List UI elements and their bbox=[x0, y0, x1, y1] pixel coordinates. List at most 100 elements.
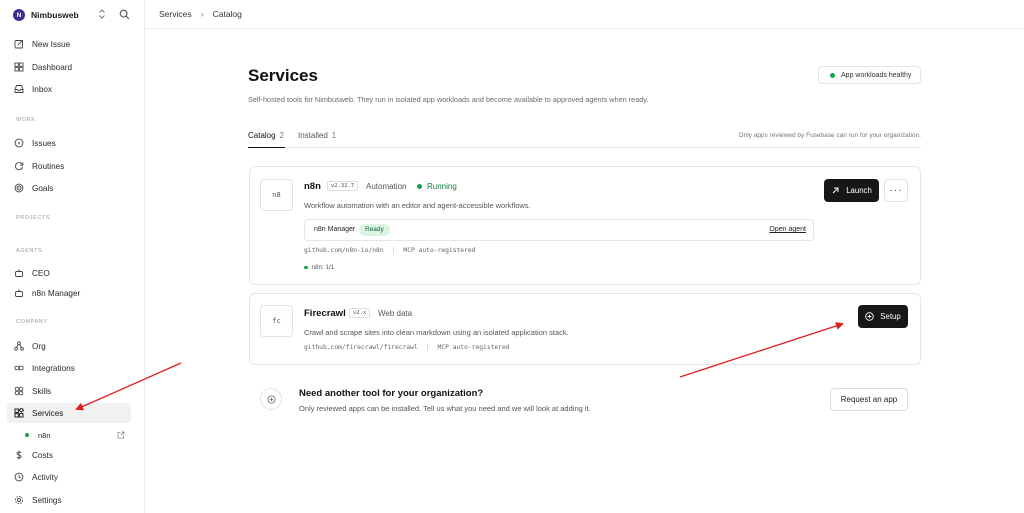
tab-catalog[interactable]: Catalog 2 bbox=[248, 131, 284, 140]
sidebar-item-skills[interactable]: Skills bbox=[7, 381, 131, 401]
repo-link[interactable]: github.com/firecrawl/firecrawl bbox=[304, 344, 418, 351]
more-options-button[interactable]: ··· bbox=[884, 179, 908, 202]
search-icon[interactable] bbox=[119, 9, 131, 21]
repo-link[interactable]: github.com/n8n-io/n8n bbox=[304, 247, 384, 254]
sidebar-item-n8n-manager[interactable]: n8n Manager bbox=[7, 283, 131, 303]
workspace-switcher[interactable]: N Nimbusweb bbox=[13, 8, 137, 22]
request-subtitle: Only reviewed apps can be installed. Tel… bbox=[299, 404, 591, 413]
sidebar-item-issues[interactable]: Issues bbox=[7, 133, 131, 153]
sidebar-item-label: Dashboard bbox=[32, 62, 73, 72]
app-description: Crawl and scrape sites into clean markdo… bbox=[304, 328, 569, 337]
section-label-projects: PROJECTS bbox=[16, 215, 51, 221]
instance-label: n8n: 1/1 bbox=[311, 264, 335, 271]
app-icon-firecrawl: fc bbox=[260, 305, 293, 337]
activity-icon bbox=[14, 472, 24, 482]
status-dot bbox=[830, 72, 835, 78]
sidebar-item-label: Org bbox=[32, 341, 46, 351]
plus-circle-icon bbox=[865, 312, 875, 321]
sidebar-item-goals[interactable]: Goals bbox=[7, 178, 131, 198]
arrow-up-right-icon bbox=[832, 187, 839, 194]
sidebar-item-integrations[interactable]: Integrations bbox=[7, 358, 131, 378]
bot-icon bbox=[14, 288, 24, 298]
sidebar-item-label: Routines bbox=[32, 161, 65, 171]
org-icon bbox=[14, 341, 24, 351]
tabs-note: Only apps reviewed by Fusebase can run f… bbox=[738, 132, 921, 139]
status-dot bbox=[25, 433, 29, 437]
version-badge: v2.32.7 bbox=[327, 181, 359, 191]
request-app-button[interactable]: Request an app bbox=[830, 388, 908, 411]
sidebar-item-label: Inbox bbox=[32, 84, 53, 94]
status-label: Running bbox=[427, 182, 457, 191]
app-meta: github.com/n8n-io/n8n | MCP auto-registere… bbox=[304, 247, 475, 254]
sidebar-item-label: n8n Manager bbox=[32, 288, 81, 298]
status-badge: Ready bbox=[359, 224, 390, 236]
tab-count: 1 bbox=[331, 131, 337, 140]
sidebar: N Nimbusweb New Issue Dashboard Inbox WO… bbox=[0, 0, 145, 513]
section-label-work: WORK bbox=[16, 117, 36, 123]
sidebar-item-activity[interactable]: Activity bbox=[7, 467, 131, 487]
workspace-name: Nimbusweb bbox=[31, 10, 79, 20]
status-dot bbox=[417, 184, 422, 189]
page-subtitle: Self-hosted tools for Nimbusweb. They ru… bbox=[248, 95, 649, 104]
app-icon-n8n: n8 bbox=[260, 179, 293, 211]
sidebar-item-label: Issues bbox=[32, 138, 56, 148]
issues-icon bbox=[14, 138, 24, 148]
chevron-updown-icon[interactable] bbox=[97, 8, 107, 22]
button-label: Launch bbox=[846, 186, 872, 195]
mcp-label: MCP auto-registered bbox=[403, 247, 476, 254]
sidebar-item-routines[interactable]: Routines bbox=[7, 156, 131, 176]
dollar-icon bbox=[14, 450, 24, 460]
launch-button[interactable]: Launch bbox=[824, 179, 879, 202]
setup-button[interactable]: Setup bbox=[858, 305, 908, 328]
tab-count: 2 bbox=[279, 131, 285, 140]
open-agent-link[interactable]: Open agent bbox=[769, 226, 806, 233]
app-description: Workflow automation with an editor and a… bbox=[304, 201, 531, 210]
tab-installed[interactable]: Installed 1 bbox=[298, 131, 336, 140]
sidebar-item-label: Integrations bbox=[32, 363, 75, 373]
goals-icon bbox=[14, 183, 24, 193]
tab-bar: Catalog 2 Installed 1 Only apps reviewed b… bbox=[248, 128, 921, 148]
edit-icon bbox=[14, 39, 24, 49]
instance-count: n8n: 1/1 bbox=[304, 264, 334, 271]
health-badge: App workloads healthy bbox=[818, 66, 921, 84]
status-running: Running bbox=[417, 182, 457, 191]
mcp-label: MCP auto-registered bbox=[437, 344, 510, 351]
agent-row: n8n Manager Ready Open agent bbox=[304, 219, 814, 241]
status-dot bbox=[304, 265, 308, 270]
sidebar-item-costs[interactable]: Costs bbox=[7, 445, 131, 465]
inbox-icon bbox=[14, 84, 24, 94]
link-icon bbox=[14, 363, 24, 373]
button-label: Setup bbox=[880, 312, 901, 321]
sidebar-item-label: Costs bbox=[32, 450, 53, 460]
sidebar-item-dashboard[interactable]: Dashboard bbox=[7, 57, 131, 77]
app-meta: github.com/firecrawl/firecrawl | MCP auto-… bbox=[304, 344, 510, 351]
tab-label: Installed bbox=[298, 131, 328, 140]
sidebar-item-label: Settings bbox=[32, 495, 62, 505]
sidebar-item-new-issue[interactable]: New Issue bbox=[7, 34, 131, 54]
breadcrumb-separator: › bbox=[200, 9, 204, 19]
skills-icon bbox=[14, 386, 24, 396]
app-category: Web data bbox=[378, 309, 413, 318]
sidebar-subitem-n8n[interactable]: n8n bbox=[7, 425, 131, 445]
sidebar-item-label: CEO bbox=[32, 268, 50, 278]
divider: | bbox=[425, 344, 430, 351]
routines-icon bbox=[14, 161, 24, 171]
settings-icon bbox=[14, 495, 24, 505]
workspace-logo: N bbox=[13, 9, 25, 21]
section-label-agents: AGENTS bbox=[16, 248, 43, 254]
sidebar-item-label: New Issue bbox=[32, 39, 71, 49]
active-tab-indicator bbox=[248, 146, 285, 148]
dashboard-icon bbox=[14, 62, 24, 72]
agent-name: n8n Manager bbox=[314, 226, 356, 233]
sidebar-item-settings[interactable]: Settings bbox=[7, 490, 131, 510]
breadcrumb-services[interactable]: Services bbox=[159, 9, 192, 19]
sidebar-item-label: Goals bbox=[32, 183, 54, 193]
sidebar-item-ceo[interactable]: CEO bbox=[7, 263, 131, 283]
sidebar-item-services[interactable]: Services bbox=[7, 403, 131, 423]
services-icon bbox=[14, 407, 25, 418]
app-name: Firecrawl bbox=[304, 308, 346, 319]
sidebar-item-org[interactable]: Org bbox=[7, 336, 131, 356]
sidebar-item-inbox[interactable]: Inbox bbox=[7, 79, 131, 99]
external-link-icon[interactable] bbox=[117, 431, 125, 439]
sidebar-item-label: Services bbox=[32, 408, 64, 418]
